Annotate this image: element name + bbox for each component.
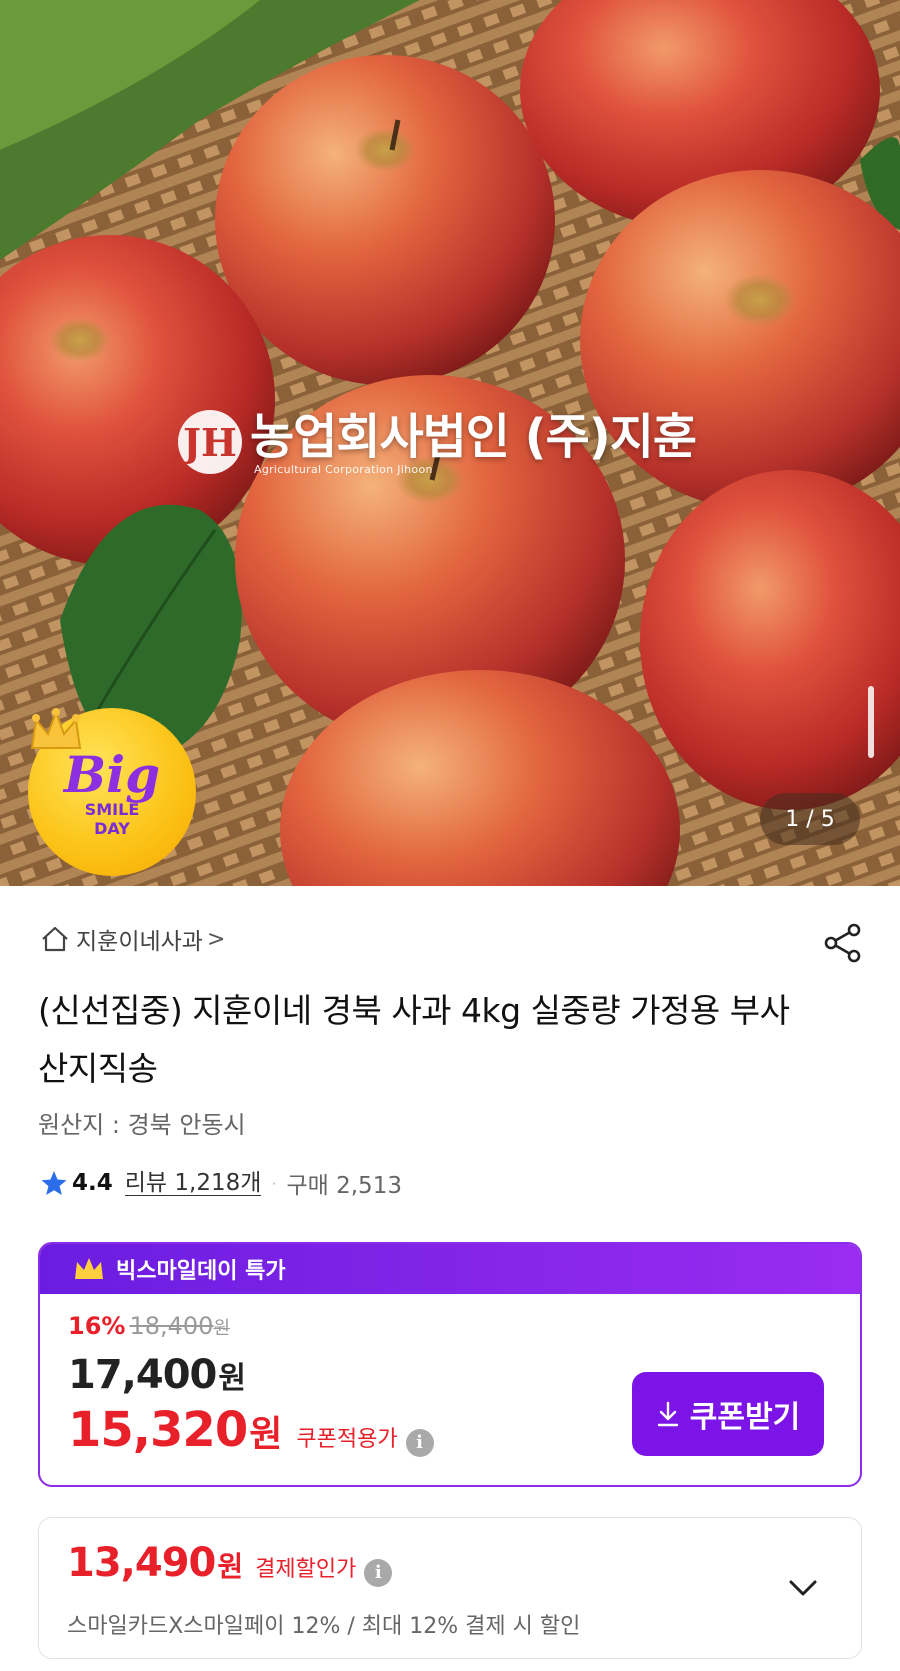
deal-title: 빅스마일데이 특가 xyxy=(116,1259,286,1284)
original-price-unit: 원 xyxy=(213,1318,230,1339)
deal-header: 빅스마일데이 특가 xyxy=(40,1244,860,1294)
brand-watermark-text: 농업회사법인 (주)지훈 xyxy=(250,408,697,465)
payment-discount-price: 13,490 xyxy=(67,1540,216,1586)
discount-row: 16% 18,400 원 xyxy=(68,1312,230,1340)
payment-discount-description: 스마일카드X스마일페이 12% / 최대 12% 결제 시 할인 xyxy=(67,1614,581,1639)
product-image-carousel[interactable]: JH 농업회사법인 (주)지훈 Agricultural Corporation… xyxy=(0,0,900,886)
badge-day-text: DAY xyxy=(94,819,130,838)
brand-watermark: JH 농업회사법인 (주)지훈 Agricultural Corporation… xyxy=(178,402,738,482)
payment-discount-label: 결제할인가 xyxy=(255,1557,357,1582)
badge-big-text: Big xyxy=(63,745,161,804)
info-icon[interactable]: i xyxy=(364,1558,393,1587)
review-count-link[interactable]: 리뷰 1,218개 xyxy=(124,1171,262,1196)
brand-logo-icon: JH xyxy=(178,410,242,474)
crown-icon xyxy=(75,1258,103,1279)
product-title: (신선집중) 지훈이네 경북 사과 4kg 실중량 가정용 부사 산지직송 xyxy=(38,991,790,1088)
image-counter: 1 / 5 xyxy=(760,793,860,845)
separator-dot: · xyxy=(271,1173,277,1193)
special-deal-box: 빅스마일데이 특가 16% 18,400 원 17,400 원 15,320 원… xyxy=(38,1242,862,1487)
coupon-price-row: 15,320 원 쿠폰적용가 i xyxy=(68,1402,434,1458)
sale-price: 17,400 xyxy=(68,1352,217,1398)
crown-icon xyxy=(30,708,82,749)
big-smile-day-badge: Big SMILE DAY xyxy=(28,708,196,876)
coupon-price: 15,320 xyxy=(68,1402,248,1458)
seller-name: 지훈이네사과 xyxy=(76,929,203,955)
share-icon[interactable] xyxy=(822,922,864,964)
rating-score: 4.4 xyxy=(72,1170,113,1196)
badge-smile-text: SMILE xyxy=(84,800,140,819)
discount-rate: 16% xyxy=(68,1312,126,1340)
product-origin: 원산지 : 경북 안동시 xyxy=(38,1111,246,1139)
coupon-price-unit: 원 xyxy=(249,1414,283,1455)
payment-discount-box[interactable]: 13,490 원 결제할인가 i 스마일카드X스마일페이 12% / 최대 12… xyxy=(38,1517,862,1659)
info-icon[interactable]: i xyxy=(405,1428,434,1457)
original-price: 18,400 xyxy=(129,1312,214,1340)
payment-price-unit: 원 xyxy=(217,1550,244,1583)
coupon-price-label: 쿠폰적용가 xyxy=(296,1427,398,1452)
seller-link[interactable]: 지훈이네사과 > xyxy=(40,922,225,956)
brand-watermark-subtext: Agricultural Corporation Jihoon xyxy=(254,462,433,476)
get-coupon-label: 쿠폰받기 xyxy=(689,1401,801,1434)
carousel-scroll-indicator xyxy=(868,686,874,758)
payment-price-row: 13,490 원 결제할인가 i xyxy=(67,1540,393,1587)
chevron-right-icon: > xyxy=(206,926,226,952)
star-icon xyxy=(41,1171,67,1195)
get-coupon-button[interactable]: 쿠폰받기 xyxy=(632,1372,824,1456)
home-icon xyxy=(42,926,68,952)
download-icon xyxy=(657,1401,678,1427)
chevron-down-icon[interactable] xyxy=(783,1568,823,1608)
rating-row: 4.4 리뷰 1,218개 · 구매 2,513 xyxy=(40,1166,402,1200)
purchase-count: 구매 2,513 xyxy=(286,1173,402,1199)
sale-price-unit: 원 xyxy=(218,1361,246,1396)
sale-price-row: 17,400 원 xyxy=(68,1352,246,1398)
